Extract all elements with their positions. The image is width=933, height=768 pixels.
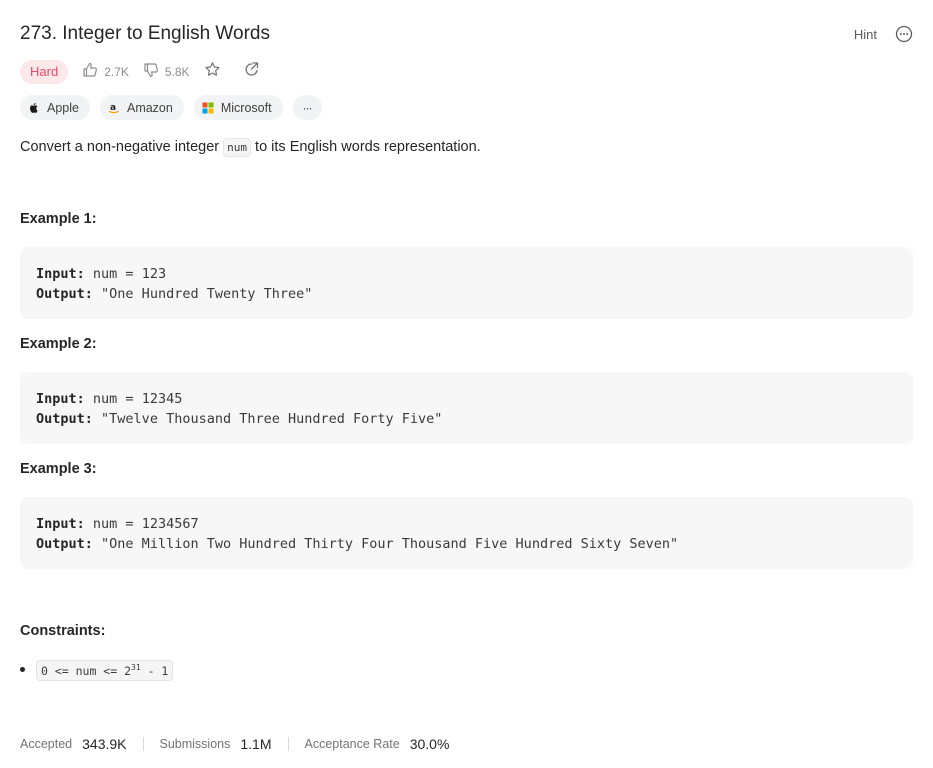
like-count: 2.7K: [104, 64, 129, 79]
company-tag-microsoft[interactable]: Microsoft: [193, 95, 283, 120]
example-code-block: Input: num = 123 Output: "One Hundred Tw…: [20, 247, 913, 319]
amazon-icon: a: [108, 102, 120, 114]
constraints-title: Constraints:: [20, 623, 106, 639]
microsoft-icon: [202, 102, 214, 114]
divider: [142, 737, 144, 751]
svg-text:a: a: [110, 103, 116, 113]
problem-description: Convert a non-negative integer num to it…: [20, 138, 481, 157]
example-title: Example 1:: [20, 211, 97, 227]
company-tag-amazon[interactable]: a Amazon: [99, 95, 184, 120]
example-title: Example 3:: [20, 461, 97, 477]
constraint-code: 0 <= num <= 231 - 1: [36, 660, 174, 681]
meta-row: Hard 2.7K 5.8K: [20, 59, 282, 84]
dislike-count: 5.8K: [164, 64, 190, 79]
dislike-button[interactable]: 5.8K: [143, 62, 190, 81]
acceptance-rate-value: 30.0%: [409, 736, 450, 752]
company-name: Microsoft: [220, 100, 272, 115]
favorite-button[interactable]: [204, 61, 221, 83]
like-button[interactable]: 2.7K: [82, 62, 129, 81]
star-icon: [204, 61, 221, 83]
thumbs-up-icon: [82, 62, 98, 81]
company-tags: Apple a Amazon Microsoft ···: [20, 95, 322, 120]
inline-code: num: [223, 138, 252, 157]
thumbs-down-icon: [143, 62, 159, 81]
company-tag-apple[interactable]: Apple: [20, 95, 90, 120]
acceptance-rate-label: Acceptance Rate: [304, 737, 400, 751]
company-name: Amazon: [126, 100, 173, 115]
bullet-icon: [20, 667, 25, 672]
example-code-block: Input: num = 1234567 Output: "One Millio…: [20, 497, 913, 569]
title-row: 273. Integer to English Words Hint: [20, 22, 913, 48]
submissions-value: 1.1M: [240, 736, 272, 752]
divider: [287, 737, 289, 751]
title-actions: Hint: [854, 22, 913, 46]
apple-icon: [28, 102, 40, 114]
problem-title[interactable]: 273. Integer to English Words: [20, 22, 913, 46]
more-options-icon[interactable]: [895, 25, 913, 43]
difficulty-badge: Hard: [20, 59, 69, 84]
accepted-value: 343.9K: [82, 736, 127, 752]
submissions-label: Submissions: [159, 737, 231, 751]
constraint-item: 0 <= num <= 231 - 1: [20, 660, 174, 681]
more-companies-button[interactable]: ···: [292, 95, 322, 120]
accepted-label: Accepted: [20, 737, 73, 751]
example-title: Example 2:: [20, 336, 97, 352]
ellipsis-icon: ···: [302, 100, 313, 115]
hint-button[interactable]: Hint: [854, 27, 877, 42]
company-name: Apple: [47, 100, 79, 115]
share-icon: [243, 61, 260, 83]
share-button[interactable]: [243, 61, 260, 83]
example-code-block: Input: num = 12345 Output: "Twelve Thous…: [20, 372, 913, 444]
submission-stats: Accepted 343.9K Submissions 1.1M Accepta…: [20, 736, 449, 752]
